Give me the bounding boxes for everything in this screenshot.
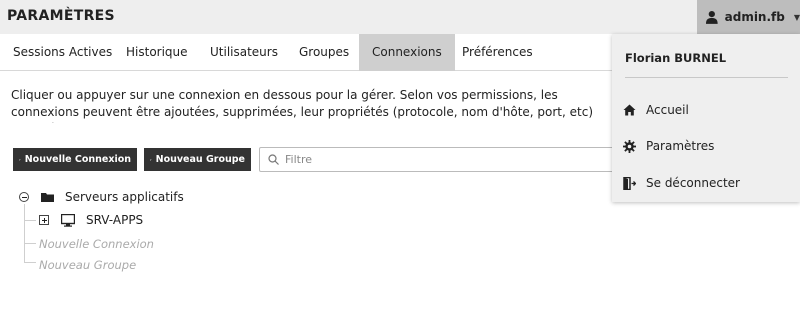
tab-groupes[interactable]: Groupes xyxy=(286,34,362,71)
tree-guide-line xyxy=(24,262,36,263)
header-bar: PARAMÈTRES admin.fb ▼ xyxy=(0,0,800,34)
folder-icon xyxy=(41,192,54,202)
gear-icon xyxy=(622,139,636,153)
tree-guide-line xyxy=(24,220,36,221)
menu-item-parametres[interactable]: Paramètres xyxy=(622,134,792,158)
home-icon xyxy=(622,103,636,117)
filter-field[interactable] xyxy=(259,147,619,172)
user-menu-button[interactable]: admin.fb ▼ xyxy=(697,0,800,34)
filter-input[interactable] xyxy=(285,153,605,166)
tab-historique[interactable]: Historique xyxy=(113,34,201,71)
new-connection-button[interactable]: Nouvelle Connexion xyxy=(13,148,137,171)
menu-divider xyxy=(625,77,788,78)
new-connection-label: Nouvelle Connexion xyxy=(24,154,131,165)
tab-preferences[interactable]: Préférences xyxy=(449,34,546,71)
user-icon xyxy=(705,10,718,24)
user-full-name: Florian BURNEL xyxy=(625,51,727,65)
expand-icon[interactable] xyxy=(39,215,49,225)
connection-label: SRV-APPS xyxy=(86,213,144,227)
user-dropdown-menu: Florian BURNEL Accueil Paramètres Se déc… xyxy=(612,34,800,202)
tree-guide-line xyxy=(24,204,25,262)
add-group-icon xyxy=(150,158,152,161)
tab-connexions[interactable]: Connexions xyxy=(359,34,455,71)
user-name: admin.fb xyxy=(724,10,785,24)
search-icon xyxy=(268,154,279,165)
tree-new-connection[interactable]: Nouvelle Connexion xyxy=(39,237,154,251)
menu-item-label: Paramètres xyxy=(646,139,715,153)
tree-group-row[interactable]: Serveurs applicatifs xyxy=(19,190,184,204)
connections-description: Cliquer ou appuyer sur une connexion en … xyxy=(11,88,594,123)
group-label: Serveurs applicatifs xyxy=(65,190,184,204)
new-group-label: Nouveau Groupe xyxy=(155,154,245,165)
page-title: PARAMÈTRES xyxy=(7,8,115,24)
menu-item-accueil[interactable]: Accueil xyxy=(622,98,792,122)
menu-item-label: Se déconnecter xyxy=(646,176,740,190)
tree-new-group[interactable]: Nouveau Groupe xyxy=(39,258,136,272)
new-group-button[interactable]: Nouveau Groupe xyxy=(144,148,251,171)
menu-item-label: Accueil xyxy=(646,103,689,117)
tab-sessions-actives[interactable]: Sessions Actives xyxy=(0,34,125,71)
logout-icon xyxy=(622,176,636,190)
add-connection-icon xyxy=(19,158,21,161)
tree-connection-row[interactable]: SRV-APPS xyxy=(39,213,143,227)
tree-guide-line xyxy=(24,243,36,244)
chevron-down-icon: ▼ xyxy=(793,12,800,22)
computer-icon xyxy=(61,213,75,227)
menu-item-se-deconnecter[interactable]: Se déconnecter xyxy=(622,171,792,195)
collapse-icon[interactable] xyxy=(19,192,29,202)
tab-utilisateurs[interactable]: Utilisateurs xyxy=(197,34,291,71)
connection-tree: Serveurs applicatifs SRV-APPS Nouvelle C… xyxy=(0,186,620,286)
